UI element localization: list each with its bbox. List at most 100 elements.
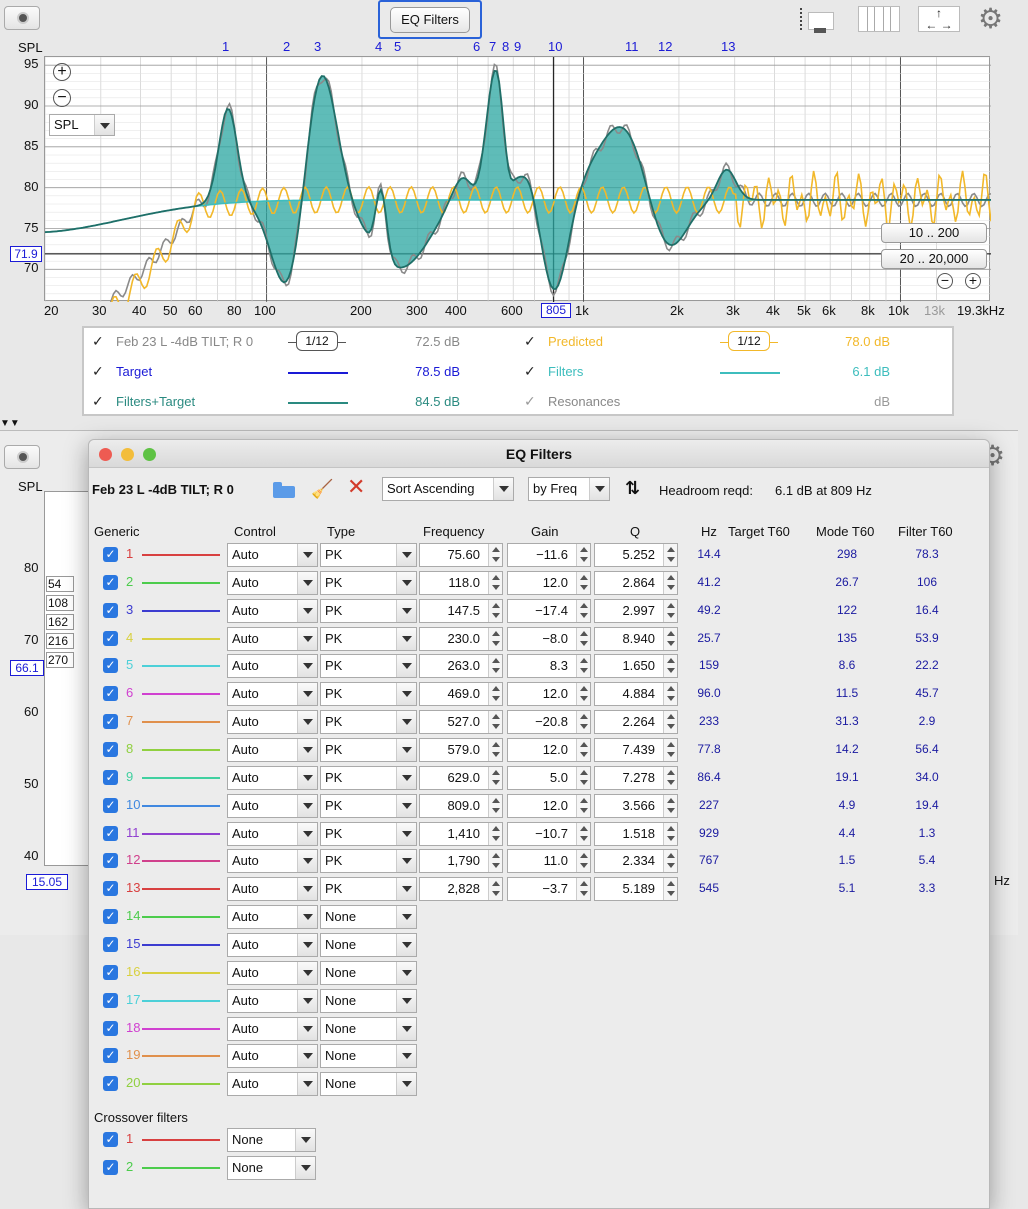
filter-control-select[interactable]: Auto (227, 682, 318, 707)
filter-marker[interactable]: 8 (502, 39, 509, 54)
filter-enable-checkbox[interactable]: ✓ (103, 686, 118, 702)
filter-q-input[interactable]: 2.997 (594, 598, 678, 623)
filter-type-select[interactable]: PK (320, 543, 417, 567)
filter-marker[interactable]: 10 (548, 39, 562, 54)
filter-marker[interactable]: 3 (314, 39, 321, 54)
filter-control-select[interactable]: Auto (227, 626, 318, 651)
legend-checkbox[interactable]: ✓ (524, 364, 537, 378)
filter-frequency-input[interactable]: 263.0 (419, 654, 503, 679)
filter-control-select[interactable]: Auto (227, 543, 318, 567)
filter-gain-input[interactable]: 12.0 (507, 570, 591, 595)
filter-gain-input[interactable]: −20.8 (507, 710, 591, 735)
sort-order-icon[interactable]: ⇅ (625, 478, 640, 498)
filter-control-select[interactable]: Auto (227, 988, 318, 1013)
spl-chart[interactable]: + − SPL 10 .. 200 20 .. 20,000 − + (44, 56, 991, 302)
filter-enable-checkbox[interactable]: ✓ (103, 602, 118, 618)
range-button-full[interactable]: 20 .. 20,000 (881, 249, 987, 269)
filter-control-select[interactable]: Auto (227, 793, 318, 818)
filter-enable-checkbox[interactable]: ✓ (103, 825, 118, 841)
crossover-enable-checkbox[interactable]: ✓ (103, 1132, 118, 1147)
filter-type-select[interactable]: PK (320, 598, 417, 623)
filter-type-select[interactable]: PK (320, 821, 417, 846)
filter-gain-input[interactable]: −8.0 (507, 626, 591, 651)
filter-gain-input[interactable]: 12.0 (507, 793, 591, 818)
filter-q-input[interactable]: 1.518 (594, 821, 678, 846)
filter-type-select[interactable]: None (320, 905, 417, 930)
filter-control-select[interactable]: Auto (227, 960, 318, 985)
filter-marker[interactable]: 7 (489, 39, 496, 54)
filter-enable-checkbox[interactable]: ✓ (103, 1020, 118, 1036)
filter-frequency-input[interactable]: 230.0 (419, 626, 503, 651)
filter-q-input[interactable]: 2.334 (594, 849, 678, 874)
filter-type-select[interactable]: PK (320, 849, 417, 874)
filter-control-select[interactable]: Auto (227, 932, 318, 957)
filter-gain-input[interactable]: 12.0 (507, 738, 591, 762)
filter-control-select[interactable]: Auto (227, 598, 318, 623)
filter-type-select[interactable]: None (320, 960, 417, 985)
filter-type-select[interactable]: PK (320, 682, 417, 707)
filter-q-input[interactable]: 1.650 (594, 654, 678, 679)
filter-control-select[interactable]: Auto (227, 710, 318, 735)
delete-icon[interactable]: ✕ (347, 476, 369, 498)
filter-q-input[interactable]: 2.864 (594, 570, 678, 595)
camera-icon[interactable] (4, 6, 40, 30)
legend-checkbox[interactable]: ✓ (92, 364, 105, 378)
fit-arrows-icon[interactable]: ↑ ← → (918, 6, 960, 32)
filter-control-select[interactable]: Auto (227, 1072, 318, 1097)
legend-checkbox[interactable]: ✓ (92, 334, 105, 348)
filter-type-select[interactable]: PK (320, 793, 417, 818)
zoom-out-icon[interactable]: − (53, 89, 71, 107)
zoom-in-icon[interactable]: + (53, 63, 71, 81)
filter-control-select[interactable]: Auto (227, 738, 318, 762)
filter-type-select[interactable]: None (320, 932, 417, 957)
crossover-type-select[interactable]: None (227, 1156, 316, 1180)
filter-enable-checkbox[interactable]: ✓ (103, 1048, 118, 1064)
eq-filters-button-frame[interactable]: EQ Filters (378, 0, 482, 39)
filter-enable-checkbox[interactable]: ✓ (103, 742, 118, 757)
filter-frequency-input[interactable]: 469.0 (419, 682, 503, 707)
filter-gain-input[interactable]: −3.7 (507, 877, 591, 902)
filter-type-select[interactable]: PK (320, 654, 417, 679)
zoom-window-icon[interactable] (143, 448, 156, 461)
filter-enable-checkbox[interactable]: ✓ (103, 881, 118, 897)
spl-select[interactable]: SPL (49, 114, 115, 136)
filter-frequency-input[interactable]: 527.0 (419, 710, 503, 735)
filter-type-select[interactable]: PK (320, 570, 417, 595)
filter-enable-checkbox[interactable]: ✓ (103, 1076, 118, 1092)
gear-icon[interactable]: ⚙ (978, 4, 1008, 34)
filter-q-input[interactable]: 3.566 (594, 793, 678, 818)
filter-enable-checkbox[interactable]: ✓ (103, 714, 118, 730)
filter-enable-checkbox[interactable]: ✓ (103, 797, 118, 813)
filter-q-input[interactable]: 2.264 (594, 710, 678, 735)
filter-type-select[interactable]: PK (320, 710, 417, 735)
filter-frequency-input[interactable]: 579.0 (419, 738, 503, 762)
legend-checkbox[interactable]: ✓ (92, 394, 105, 408)
filter-marker[interactable]: 5 (394, 39, 401, 54)
filter-control-select[interactable]: Auto (227, 570, 318, 595)
zoom-out-x-icon[interactable]: − (937, 273, 953, 289)
filter-enable-checkbox[interactable]: ✓ (103, 658, 118, 674)
filter-type-select[interactable]: None (320, 1016, 417, 1041)
folder-open-icon[interactable] (273, 482, 295, 498)
filter-control-select[interactable]: Auto (227, 765, 318, 790)
filter-control-select[interactable]: Auto (227, 905, 318, 930)
filter-type-select[interactable]: PK (320, 626, 417, 651)
filter-type-select[interactable]: PK (320, 738, 417, 762)
filter-frequency-input[interactable]: 1,410 (419, 821, 503, 846)
smoothing-badge[interactable]: 1/12 (728, 331, 770, 351)
camera-icon-lower[interactable] (4, 445, 40, 469)
filter-marker[interactable]: 2 (283, 39, 290, 54)
filter-q-input[interactable]: 4.884 (594, 682, 678, 707)
filter-frequency-input[interactable]: 2,828 (419, 877, 503, 902)
filter-enable-checkbox[interactable]: ✓ (103, 992, 118, 1008)
filter-control-select[interactable]: Auto (227, 849, 318, 874)
legend-checkbox[interactable]: ✓ (524, 394, 537, 408)
filter-gain-input[interactable]: 12.0 (507, 682, 591, 707)
filter-enable-checkbox[interactable]: ✓ (103, 964, 118, 980)
legend-checkbox[interactable]: ✓ (524, 334, 537, 348)
filter-type-select[interactable]: None (320, 1044, 417, 1069)
filter-type-select[interactable]: None (320, 1072, 417, 1097)
filter-enable-checkbox[interactable]: ✓ (103, 547, 118, 562)
filter-enable-checkbox[interactable]: ✓ (103, 769, 118, 785)
filter-gain-input[interactable]: −17.4 (507, 598, 591, 623)
